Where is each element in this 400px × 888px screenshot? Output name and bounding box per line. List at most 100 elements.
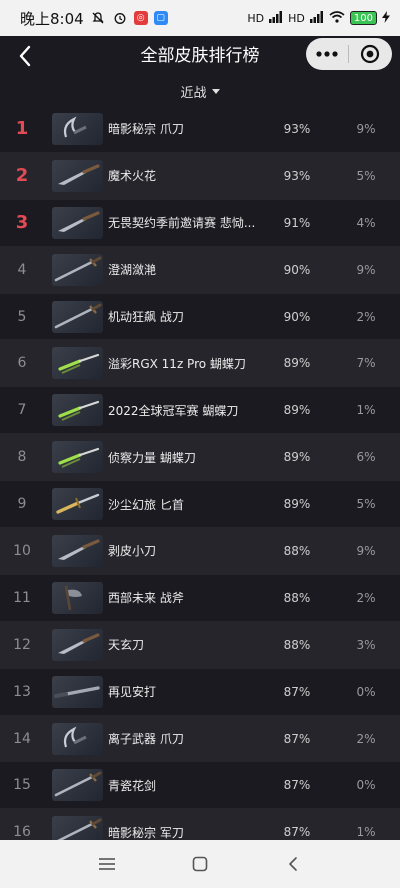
alarm-icon [112,10,128,26]
app-notification-icon: ▢ [153,11,168,25]
status-right: HD HD 100 [247,10,390,26]
pick-rate: 5% [356,168,376,183]
knife-icon [52,628,103,661]
mute-icon [90,10,106,26]
axe-icon [52,581,103,614]
ranking-row[interactable]: 1 暗影秘宗 爪刀 93% 9% [0,106,400,153]
rank-number: 6 [17,355,27,372]
pick-rate: 2% [356,590,376,605]
status-left: 晚上8:04 ◎ ▢ [20,8,168,29]
skin-name: 西部未来 战斧 [108,575,264,621]
skin-name: 魔术火花 [108,153,264,199]
ranking-row[interactable]: 6 溢彩RGX 11z Pro 蝴蝶刀 89% 7% [0,340,400,388]
pick-rate: 4% [356,215,376,230]
skin-name-text: 天玄刀 [108,638,145,653]
target-close-icon [360,44,380,64]
ranking-row[interactable]: 12 天玄刀 88% 3% [0,621,400,669]
skin-name: 机动狂飙 战刀 [108,294,264,340]
sword-icon [52,300,103,333]
knife-icon [52,535,103,568]
butterfly-knife-icon [52,441,103,474]
ranking-row[interactable]: 13 再见安打 87% 0% [0,669,400,716]
filter-selected-label: 近战 [180,85,207,101]
ranking-row[interactable]: 15 青瓷花剑 87% 0% [0,762,400,810]
rank-number: 4 [17,261,27,278]
ranking-row[interactable]: 11 西部未来 战斧 88% 2% [0,575,400,622]
win-rate: 93% [283,168,311,183]
pick-rate: 9% [356,262,376,277]
system-nav-bar [0,840,400,888]
win-rate: 87% [283,731,311,746]
skin-name: 沙尘幻旅 匕首 [108,481,264,527]
win-rate: 87% [283,778,311,793]
skin-name: 天玄刀 [108,622,264,668]
win-rate: 89% [283,450,311,465]
skin-name-text: 青瓷花剑 [108,778,157,793]
ranking-row[interactable]: 8 侦察力量 蝴蝶刀 89% 6% [0,434,400,482]
butterfly-knife-icon [52,394,103,427]
rank-number: 12 [13,636,31,653]
pick-rate: 2% [356,309,376,324]
pick-rate: 0% [356,684,376,699]
close-button[interactable] [349,38,391,70]
charging-icon [382,10,390,26]
skin-name-text: 机动狂飙 战刀 [108,310,184,324]
rank-number: 13 [13,683,31,700]
rank-number: 9 [17,496,27,513]
ranking-row[interactable]: 4 澄湖潋滟 90% 9% [0,246,400,294]
skin-name: 无畏契约季前邀请赛 悲恸... [108,200,264,246]
skin-name-text: 暗影秘宗 爪刀 [108,122,184,137]
back-button[interactable] [10,40,40,72]
skin-name: 再见安打 [108,669,264,715]
pick-rate: 9% [356,121,376,136]
more-dots-icon [316,51,338,57]
status-bar: 晚上8:04 ◎ ▢ HD HD 100 [0,0,400,36]
skin-name: 澄湖潋滟 [108,247,264,293]
ranking-row[interactable]: 2 魔术火花 93% 5% [0,152,400,200]
skin-name-text: 再见安打 [108,685,157,700]
more-button[interactable] [306,38,348,70]
back-nav-button[interactable] [273,844,313,884]
claw-blade-icon [52,722,103,755]
home-square-icon [192,856,208,872]
win-rate: 88% [283,590,311,605]
skin-name: 暗影秘宗 爪刀 [108,106,264,152]
knife-icon [52,206,103,239]
home-nav-button[interactable] [180,844,220,884]
skin-name: 离子武器 爪刀 [108,716,264,762]
win-rate: 91% [283,215,311,230]
win-rate: 93% [283,121,311,136]
skin-name: 剥皮小刀 [108,528,264,574]
skin-name-text: 侦察力量 蝴蝶刀 [108,450,196,465]
ranking-row[interactable]: 9 沙尘幻旅 匕首 89% 5% [0,481,400,529]
signal-icon [309,10,324,26]
rank-number: 8 [17,449,27,466]
menu-nav-button[interactable] [87,844,127,884]
ranking-row[interactable]: 14 离子武器 爪刀 87% 2% [0,715,400,763]
ranking-row[interactable]: 5 机动狂飙 战刀 90% 2% [0,294,400,341]
skin-name-text: 暗影秘宗 军刀 [108,825,184,840]
signal-icon [269,10,283,26]
ranking-row[interactable]: 7 2022全球冠军赛 蝴蝶刀 89% 1% [0,387,400,435]
network-label: HD [288,11,305,25]
category-filter-dropdown[interactable]: 近战 [0,76,400,106]
back-triangle-icon [289,857,298,871]
win-rate: 90% [283,309,311,324]
menu-icon [98,858,115,870]
skin-name-text: 沙尘幻旅 匕首 [108,497,184,512]
rank-number: 15 [13,777,31,794]
sword-icon [52,769,103,802]
rank-number: 10 [13,542,31,559]
ranking-list: 1 暗影秘宗 爪刀 93% 9% 2 魔术火花 93% 5% 3 无畏契约季前邀请赛 悲恸... 9… [0,106,400,857]
skin-name: 青瓷花剑 [108,762,264,808]
skin-name-text: 无畏契约季前邀请赛 悲恸... [108,216,256,231]
pick-rate: 3% [356,637,376,652]
battery-indicator: 100 [349,11,377,25]
caret-down-icon [211,88,220,94]
rank-number: 3 [15,212,29,234]
skin-name-text: 剥皮小刀 [108,544,157,559]
ranking-row[interactable]: 10 剥皮小刀 88% 9% [0,528,400,575]
win-rate: 89% [283,356,311,371]
ranking-row[interactable]: 3 无畏契约季前邀请赛 悲恸... 91% 4% [0,200,400,247]
app-notification-icon: ◎ [133,11,148,25]
